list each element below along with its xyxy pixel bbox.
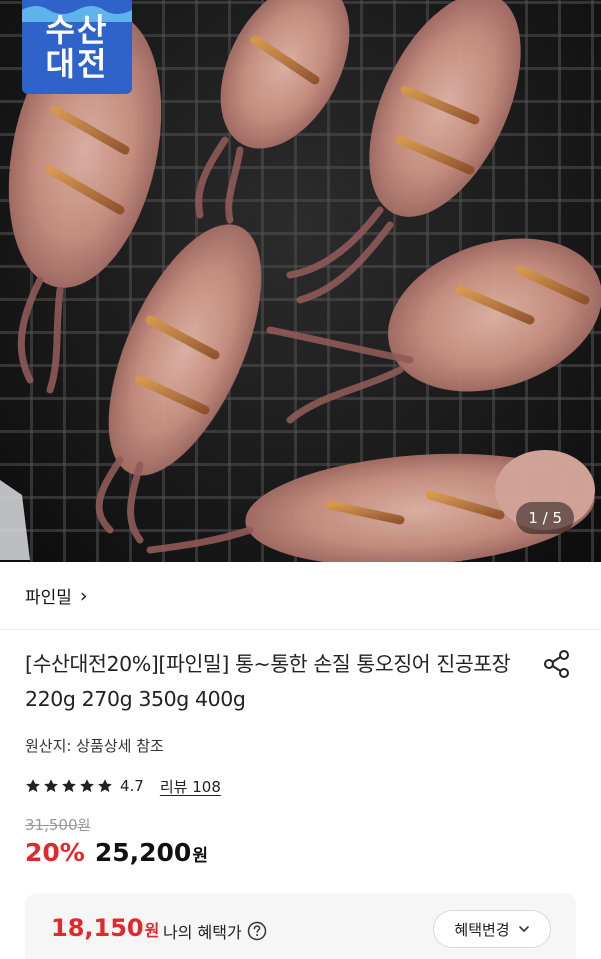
product-title: [수산대전20%][파인밀] 통~통한 손질 통오징어 진공포장 220g 27… xyxy=(25,652,511,711)
star-icon xyxy=(98,779,112,793)
benefit-label: 나의 혜택가 xyxy=(163,919,267,943)
star-icon xyxy=(80,779,94,793)
benefit-label-text: 나의 혜택가 xyxy=(163,923,242,942)
benefit-price: 18,150 원 xyxy=(51,914,159,942)
share-icon xyxy=(544,650,569,678)
benefit-price-box: 18,150 원 나의 혜택가 혜택변경 xyxy=(25,893,576,959)
seller-link[interactable]: 파인밀 › xyxy=(0,562,601,630)
sale-price-unit: 원 xyxy=(192,846,208,866)
star-icon xyxy=(44,779,58,793)
benefit-price-value: 18,150 xyxy=(51,914,144,942)
star-icon xyxy=(62,779,76,793)
discount-rate: 20% xyxy=(25,838,85,867)
review-count-link[interactable]: 리뷰 108 xyxy=(160,776,221,797)
original-price: 31,500원 xyxy=(25,815,90,835)
star-icon xyxy=(26,779,40,793)
origin-info: 원산지: 상품상세 참조 xyxy=(25,737,164,755)
benefit-change-button[interactable]: 혜택변경 xyxy=(433,910,551,948)
product-image-carousel[interactable]: 수산 대전 1 / 5 xyxy=(0,0,601,562)
question-circle-icon[interactable] xyxy=(247,921,267,941)
seller-name: 파인밀 xyxy=(25,588,72,608)
benefit-price-unit: 원 xyxy=(144,921,160,940)
chevron-down-icon xyxy=(518,926,529,932)
badge-line-2: 대전 xyxy=(45,45,109,83)
original-price-value: 31,500 xyxy=(25,816,78,834)
rating-row: 4.7 리뷰 108 xyxy=(25,775,221,797)
sale-price: 25,200 xyxy=(94,838,192,867)
seafood-festival-badge: 수산 대전 xyxy=(22,0,132,94)
price-row: 20% 25,200 원 xyxy=(25,838,208,876)
chevron-right-icon: › xyxy=(79,584,88,607)
image-counter: 1 / 5 xyxy=(516,502,574,534)
badge-line-1: 수산 xyxy=(45,11,109,49)
original-price-unit: 원 xyxy=(77,818,91,834)
rating-value: 4.7 xyxy=(120,777,144,795)
product-detail-page: 수산 대전 1 / 5 파인밀 › [수산대전20%][파인밀] 통~통한 손질… xyxy=(0,0,601,959)
share-button[interactable] xyxy=(541,648,573,680)
benefit-change-label: 혜택변경 xyxy=(454,920,510,939)
rating-stars xyxy=(25,778,115,794)
